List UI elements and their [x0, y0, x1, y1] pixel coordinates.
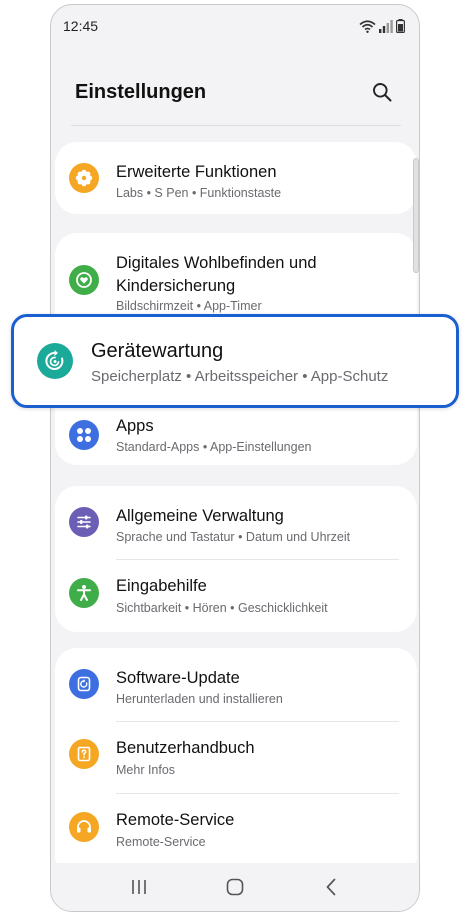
- search-button[interactable]: [367, 77, 397, 107]
- home-button[interactable]: [215, 867, 255, 907]
- row-subtitle: Standard-Apps • App-Einstellungen: [116, 440, 312, 454]
- row-remote-service[interactable]: Remote-Service Remote-Service: [55, 794, 417, 866]
- status-icons: [359, 19, 405, 33]
- row-title: Allgemeine Verwaltung: [116, 507, 284, 525]
- row-icon: [69, 739, 99, 769]
- row-general-management[interactable]: Allgemeine Verwaltung Sprache und Tastat…: [55, 486, 417, 558]
- row-software-update[interactable]: Software-Update Herunterladen und instal…: [55, 648, 417, 720]
- header: Einstellungen: [51, 67, 419, 117]
- home-icon: [226, 878, 244, 896]
- row-advanced-features[interactable]: Erweiterte Funktionen Labs • S Pen • Fun…: [55, 142, 417, 214]
- row-icon: [69, 669, 99, 699]
- row-title: Software-Update: [116, 669, 240, 687]
- back-icon: [326, 878, 336, 896]
- row-digital-wellbeing[interactable]: Digitales Wohlbefinden und Kindersicheru…: [55, 233, 417, 323]
- gear-icon: [75, 169, 93, 187]
- row-subtitle: Remote-Service: [116, 835, 206, 849]
- device-care-icon: [45, 350, 64, 370]
- navigation-bar: [51, 863, 419, 911]
- row-icon: [37, 343, 73, 379]
- card-general: Allgemeine Verwaltung Sprache und Tastat…: [55, 486, 417, 632]
- row-subtitle: Bildschirmzeit • App-Timer: [116, 299, 262, 313]
- battery-icon: [396, 19, 405, 33]
- row-icon: [69, 812, 99, 842]
- card-advanced: Erweiterte Funktionen Labs • S Pen • Fun…: [55, 142, 417, 214]
- row-title: Erweiterte Funktionen: [116, 163, 277, 181]
- row-icon: [69, 163, 99, 193]
- row-subtitle: Sprache und Tastatur • Datum und Uhrzeit: [116, 530, 351, 544]
- row-subtitle: Mehr Infos: [116, 763, 176, 777]
- row-title: Eingabehilfe: [116, 577, 207, 595]
- row-title: Remote-Service: [116, 811, 235, 829]
- status-time: 12:45: [63, 18, 99, 34]
- row-icon: [69, 507, 99, 537]
- row-subtitle: Sichtbarkeit • Hören • Geschicklichkeit: [116, 601, 328, 615]
- signal-icon: [379, 19, 393, 33]
- side-button: [413, 158, 419, 273]
- row-user-manual[interactable]: Benutzerhandbuch Mehr Infos: [55, 722, 417, 792]
- row-title: Benutzerhandbuch: [116, 739, 255, 757]
- row-title-line1: Digitales Wohlbefinden und: [116, 254, 317, 272]
- recents-icon: [132, 880, 146, 894]
- row-title: Gerätewartung: [91, 340, 224, 362]
- row-title-line2: Kindersicherung: [116, 277, 236, 295]
- row-icon: [69, 265, 99, 295]
- page-title: Einstellungen: [75, 80, 207, 103]
- phone-frame: 12:45 Einstellungen Erweiterte Funktione…: [50, 4, 420, 912]
- update-icon: [77, 676, 91, 692]
- card-support: Software-Update Herunterladen und instal…: [55, 648, 417, 878]
- header-divider: [71, 125, 401, 126]
- heart-icon: [76, 272, 92, 288]
- row-subtitle: Herunterladen und installieren: [116, 692, 283, 706]
- row-icon: [69, 578, 99, 608]
- row-subtitle: Labs • S Pen • Funktionstaste: [116, 186, 282, 200]
- row-subtitle: Speicherplatz • Arbeitsspeicher • App-Sc…: [91, 368, 389, 385]
- row-title: Apps: [116, 417, 154, 435]
- sliders-icon: [77, 515, 91, 529]
- status-bar: 12:45: [51, 5, 419, 47]
- accessibility-icon: [77, 585, 91, 601]
- row-accessibility[interactable]: Eingabehilfe Sichtbarkeit • Hören • Gesc…: [55, 560, 417, 632]
- apps-grid-icon: [77, 428, 91, 442]
- row-icon: [69, 420, 99, 450]
- wifi-icon: [359, 19, 376, 33]
- row-device-care-highlighted[interactable]: Gerätewartung Speicherplatz • Arbeitsspe…: [11, 314, 459, 408]
- back-button[interactable]: [311, 867, 351, 907]
- search-icon: [373, 83, 392, 102]
- recents-button[interactable]: [119, 867, 159, 907]
- book-question-icon: [77, 746, 91, 762]
- headset-icon: [77, 820, 91, 833]
